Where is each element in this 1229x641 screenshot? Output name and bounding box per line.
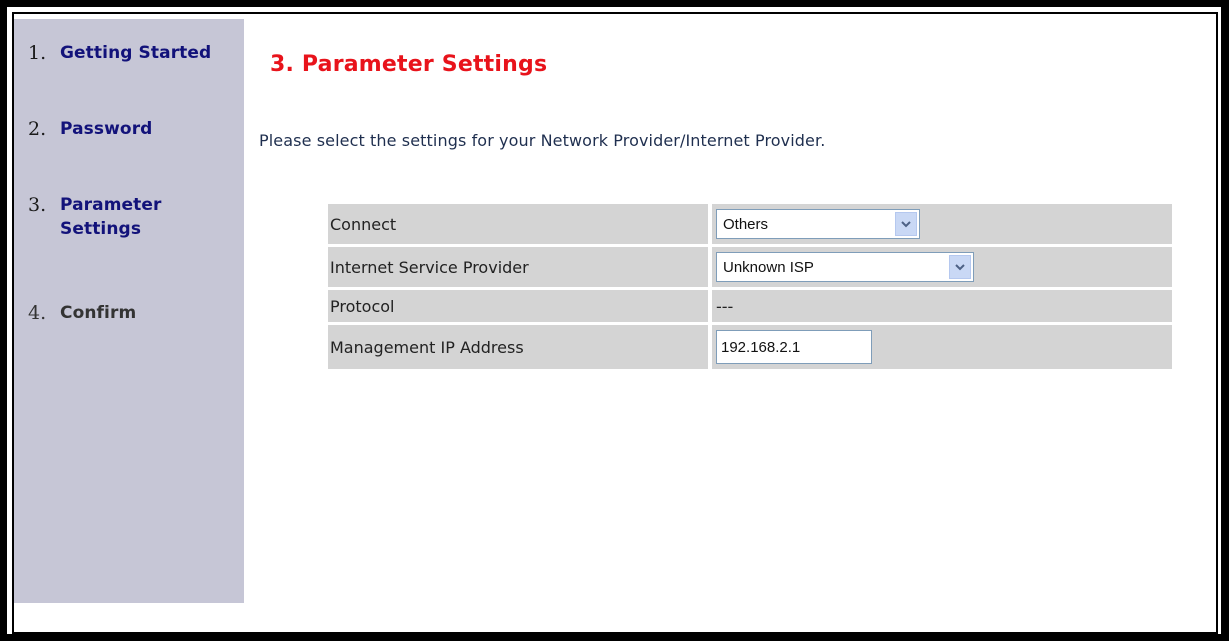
chevron-down-icon[interactable] [895, 212, 917, 236]
management-ip-cell: 192.168.2.1 [712, 325, 1172, 369]
nav-item-getting-started[interactable]: 1. Getting Started [28, 41, 211, 65]
settings-table: Connect Others Internet Service Provider… [328, 204, 1172, 369]
isp-select[interactable]: Unknown ISP [716, 252, 974, 282]
connect-select[interactable]: Others [716, 209, 920, 239]
nav-label-getting-started: Getting Started [60, 43, 212, 63]
chevron-down-icon[interactable] [949, 255, 971, 279]
nav-step-number: 4. [28, 302, 47, 324]
connect-select-value: Others [723, 215, 769, 233]
page-intro-text: Please select the settings for your Netw… [259, 131, 826, 150]
nav-step-number: 1. [28, 42, 47, 64]
connect-cell: Others [712, 204, 1172, 244]
management-ip-input[interactable]: 192.168.2.1 [716, 330, 872, 364]
table-row-isp: Internet Service Provider Unknown ISP [328, 247, 1172, 287]
nav-step-number: 3. [28, 194, 47, 216]
nav-label-confirm: Confirm [60, 303, 137, 323]
nav-step-number: 2. [28, 118, 47, 140]
nav-item-parameter-settings[interactable]: 3. Parameter Settings [28, 193, 200, 241]
table-row-management-ip: Management IP Address 192.168.2.1 [328, 325, 1172, 369]
isp-select-value: Unknown ISP [723, 258, 814, 276]
table-row-protocol: Protocol --- [328, 290, 1172, 322]
nav-label-parameter-settings: Parameter Settings [60, 195, 162, 239]
isp-cell: Unknown ISP [712, 247, 1172, 287]
nav-item-confirm[interactable]: 4. Confirm [28, 301, 136, 325]
nav-label-password: Password [60, 119, 153, 139]
connect-label: Connect [328, 204, 708, 244]
table-row-connect: Connect Others [328, 204, 1172, 244]
page-title: 3. Parameter Settings [270, 52, 548, 77]
isp-label: Internet Service Provider [328, 247, 708, 287]
wizard-sidebar: 1. Getting Started 2. Password 3. Parame… [14, 19, 244, 603]
protocol-label: Protocol [328, 290, 708, 322]
nav-item-password[interactable]: 2. Password [28, 117, 152, 141]
protocol-value: --- [712, 290, 1172, 322]
management-ip-label: Management IP Address [328, 325, 708, 369]
